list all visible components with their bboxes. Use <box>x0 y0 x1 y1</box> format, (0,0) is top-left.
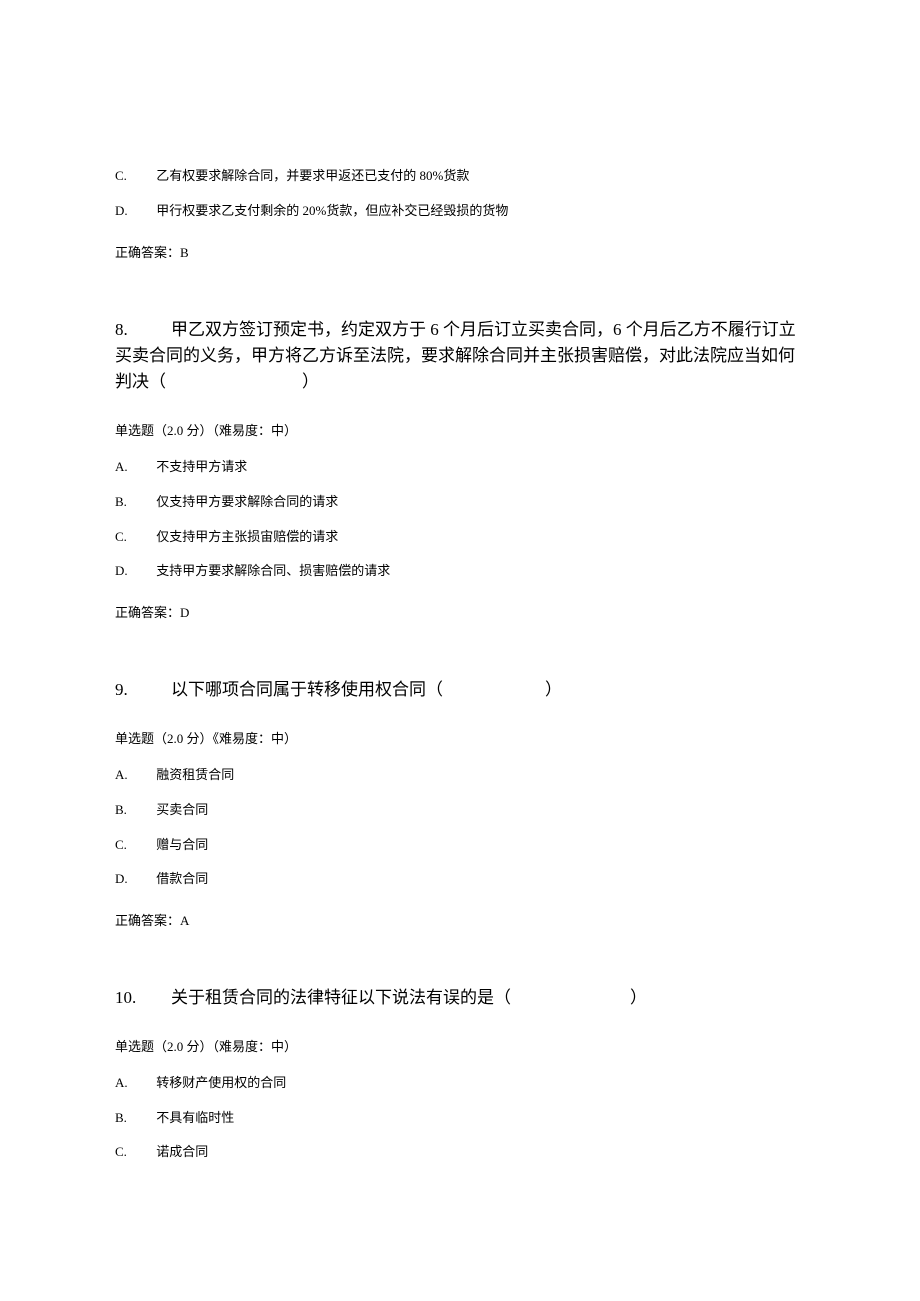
option-text: 转移财产使用权的合同 <box>156 1075 286 1090</box>
question-number: 9. <box>115 677 171 703</box>
answer-line: 正确答案：A <box>115 910 805 929</box>
option-row: B. 仅支持甲方要求解除合同的请求 <box>115 494 805 511</box>
option-text: 甲行权要求乙支付剩余的 20%货款，但应补交已经毁损的货物 <box>156 203 508 218</box>
question-title: 9.以下哪项合同属于转移使用权合同（ ） <box>115 677 805 703</box>
option-text: 融资租赁合同 <box>156 767 234 782</box>
option-row: A. 不支持甲方请求 <box>115 459 805 476</box>
option-row: A. 转移财产使用权的合同 <box>115 1075 805 1092</box>
option-text: 仅支持甲方主张损宙赔偿的请求 <box>156 529 338 544</box>
option-letter: C. <box>115 529 153 546</box>
question-title: 10.关于租赁合同的法律特征以下说法有误的是（ ） <box>115 985 805 1011</box>
answer-line: 正确答案：B <box>115 242 805 261</box>
option-row: C. 诺成合同 <box>115 1144 805 1161</box>
option-letter: C. <box>115 1144 153 1161</box>
answer-line: 正确答案：D <box>115 602 805 621</box>
option-letter: D. <box>115 563 153 580</box>
option-letter: C. <box>115 837 153 854</box>
option-letter: D. <box>115 871 153 888</box>
question-number: 8. <box>115 317 171 343</box>
question-stem: 关于租赁合同的法律特征以下说法有误的是（ ） <box>171 988 647 1007</box>
option-text: 诺成合同 <box>156 1144 208 1159</box>
option-row: A. 融资租赁合同 <box>115 767 805 784</box>
option-row: D. 借款合同 <box>115 871 805 888</box>
question-stem: 以下哪项合同属于转移使用权合同（ ） <box>171 680 562 699</box>
option-row: B. 不具有临时性 <box>115 1110 805 1127</box>
option-text: 仅支持甲方要求解除合同的请求 <box>156 494 338 509</box>
option-text: 支持甲方要求解除合同、损害赔偿的请求 <box>156 563 390 578</box>
option-row: C. 仅支持甲方主张损宙赔偿的请求 <box>115 529 805 546</box>
option-row: C. 赠与合同 <box>115 837 805 854</box>
option-letter: B. <box>115 494 153 511</box>
option-letter: C. <box>115 168 153 185</box>
option-text: 不具有临时性 <box>156 1110 234 1125</box>
question-number: 10. <box>115 985 171 1011</box>
option-letter: A. <box>115 1075 153 1092</box>
option-letter: A. <box>115 459 153 476</box>
option-row: C. 乙有权要求解除合同，并要求甲返还已支付的 80%货款 <box>115 168 805 185</box>
option-text: 不支持甲方请求 <box>156 459 247 474</box>
question-title: 8.甲乙双方签订预定书，约定双方于 6 个月后订立买卖合同，6 个月后乙方不履行… <box>115 317 805 396</box>
option-letter: D. <box>115 203 153 220</box>
question-meta: 单选题（2.0 分）《难易度：中） <box>115 728 805 747</box>
option-letter: B. <box>115 802 153 819</box>
question-meta: 单选题（2.0 分）（难易度：中） <box>115 1036 805 1055</box>
question-meta: 单选题（2.0 分）（难易度：中） <box>115 420 805 439</box>
option-letter: B. <box>115 1110 153 1127</box>
option-text: 赠与合同 <box>156 837 208 852</box>
option-row: D. 支持甲方要求解除合同、损害赔偿的请求 <box>115 563 805 580</box>
option-text: 乙有权要求解除合同，并要求甲返还已支付的 80%货款 <box>156 168 469 183</box>
option-text: 借款合同 <box>156 871 208 886</box>
document-page: C. 乙有权要求解除合同，并要求甲返还已支付的 80%货款 D. 甲行权要求乙支… <box>0 0 920 1299</box>
question-stem: 甲乙双方签订预定书，约定双方于 6 个月后订立买卖合同，6 个月后乙方不履行订立… <box>115 320 796 392</box>
option-row: D. 甲行权要求乙支付剩余的 20%货款，但应补交已经毁损的货物 <box>115 203 805 220</box>
option-text: 买卖合同 <box>156 802 208 817</box>
option-row: B. 买卖合同 <box>115 802 805 819</box>
option-letter: A. <box>115 767 153 784</box>
